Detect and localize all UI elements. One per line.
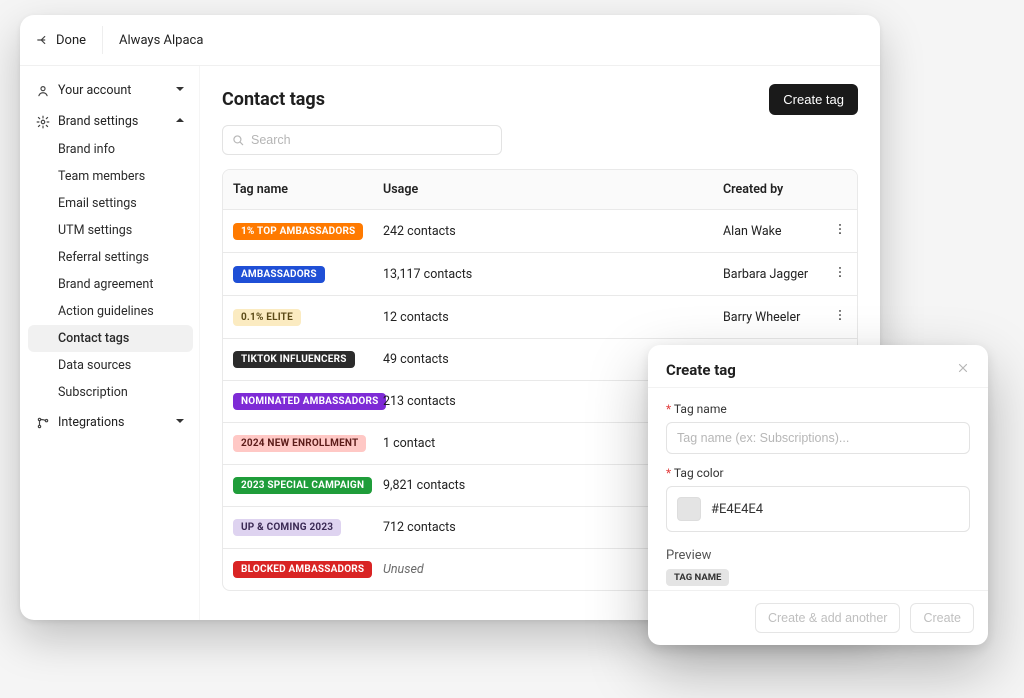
close-icon[interactable]: [956, 361, 970, 379]
tag-pill[interactable]: TIKTOK INFLUENCERS: [233, 351, 355, 368]
sidebar-item-referral-settings[interactable]: Referral settings: [28, 244, 193, 271]
tag-color-value: #E4E4E4: [711, 502, 763, 517]
col-actions: [823, 170, 857, 209]
sidebar-group-label: Integrations: [58, 415, 124, 430]
modal-body: Tag name Tag color #E4E4E4 Preview TAG N…: [648, 388, 988, 590]
tag-pill[interactable]: NOMINATED AMBASSADORS: [233, 393, 386, 410]
modal-actions: Create & add another Create: [648, 590, 988, 645]
tag-cell: UP & COMING 2023: [223, 507, 373, 548]
preview-pill: TAG NAME: [666, 569, 729, 586]
col-tag-name[interactable]: Tag name: [223, 170, 373, 209]
tag-cell: NOMINATED AMBASSADORS: [223, 381, 373, 422]
preview-label: Preview: [666, 548, 970, 563]
tag-pill[interactable]: UP & COMING 2023: [233, 519, 341, 536]
sidebar-item-team-members[interactable]: Team members: [28, 163, 193, 190]
tag-name-input[interactable]: [666, 422, 970, 454]
tag-pill[interactable]: BLOCKED AMBASSADORS: [233, 561, 372, 578]
sidebar-item-brand-info[interactable]: Brand info: [28, 136, 193, 163]
creator-cell: Alan Wake: [713, 212, 823, 251]
create-add-another-button[interactable]: Create & add another: [755, 603, 901, 633]
done-button[interactable]: Done: [36, 26, 103, 54]
sidebar-item-utm-settings[interactable]: UTM settings: [28, 217, 193, 244]
tag-pill[interactable]: 2024 NEW ENROLLMENT: [233, 435, 366, 452]
tag-cell: TIKTOK INFLUENCERS: [223, 339, 373, 380]
modal-title: Create tag: [666, 361, 736, 379]
sidebar: Your account Brand settings Brand infoTeam…: [20, 66, 200, 620]
table-row: AMBASSADORS 13,117 contactsBarbara Jagger: [223, 253, 857, 296]
brand-name[interactable]: Always Alpaca: [119, 33, 203, 48]
kebab-icon: [833, 308, 847, 326]
sidebar-item-contact-tags[interactable]: Contact tags: [28, 325, 193, 352]
color-swatch[interactable]: [677, 497, 701, 521]
search-wrapper: [222, 125, 502, 155]
creator-cell: Barry Wheeler: [713, 298, 823, 337]
done-label: Done: [56, 33, 86, 48]
tag-pill[interactable]: 2023 SPECIAL CAMPAIGN: [233, 477, 372, 494]
top-bar: Done Always Alpaca: [20, 15, 880, 66]
kebab-icon: [833, 265, 847, 283]
col-created-by[interactable]: Created by: [713, 170, 823, 209]
sidebar-item-brand-agreement[interactable]: Brand agreement: [28, 271, 193, 298]
table-header: Tag name Usage Created by: [223, 170, 857, 210]
search-icon: [231, 133, 245, 147]
sidebar-group-label: Brand settings: [58, 114, 138, 129]
sidebar-group-brand-settings[interactable]: Brand settings: [28, 107, 193, 136]
sidebar-group-label: Your account: [58, 83, 131, 98]
branch-icon: [36, 416, 50, 430]
table-row: 0.1% ELITE 12 contactsBarry Wheeler: [223, 296, 857, 339]
kebab-icon: [833, 222, 847, 240]
tag-cell: 2024 NEW ENROLLMENT: [223, 423, 373, 464]
page-header: Contact tags Create tag: [222, 84, 858, 115]
sidebar-item-email-settings[interactable]: Email settings: [28, 190, 193, 217]
usage-cell: 242 contacts: [373, 212, 713, 251]
page-title: Contact tags: [222, 89, 325, 110]
chevron-down-icon: [175, 83, 185, 98]
user-icon: [36, 84, 50, 98]
tag-pill[interactable]: AMBASSADORS: [233, 266, 325, 283]
sidebar-item-action-guidelines[interactable]: Action guidelines: [28, 298, 193, 325]
sidebar-group-integrations[interactable]: Integrations: [28, 408, 193, 437]
creator-cell: Barbara Jagger: [713, 255, 823, 294]
create-tag-modal: Create tag Tag name Tag color #E4E4E4 Pr…: [648, 345, 988, 645]
create-tag-button[interactable]: Create tag: [769, 84, 858, 115]
tag-color-label: Tag color: [666, 466, 970, 480]
usage-cell: 12 contacts: [373, 298, 713, 337]
sidebar-item-data-sources[interactable]: Data sources: [28, 352, 193, 379]
tag-cell: AMBASSADORS: [223, 254, 373, 295]
back-arrow-icon: [36, 33, 50, 47]
modal-header: Create tag: [648, 345, 988, 388]
row-menu-button[interactable]: [823, 210, 857, 252]
sidebar-group-your-account[interactable]: Your account: [28, 76, 193, 105]
gear-icon: [36, 115, 50, 129]
col-usage[interactable]: Usage: [373, 170, 713, 209]
chevron-down-icon: [175, 415, 185, 430]
row-menu-button[interactable]: [823, 253, 857, 295]
row-menu-button[interactable]: [823, 296, 857, 338]
tag-cell: BLOCKED AMBASSADORS: [223, 549, 373, 590]
create-button[interactable]: Create: [910, 603, 974, 633]
tag-color-picker[interactable]: #E4E4E4: [666, 486, 970, 532]
tag-pill[interactable]: 0.1% ELITE: [233, 309, 301, 326]
usage-cell: 13,117 contacts: [373, 255, 713, 294]
tag-pill[interactable]: 1% TOP AMBASSADORS: [233, 223, 363, 240]
tag-cell: 2023 SPECIAL CAMPAIGN: [223, 465, 373, 506]
search-input[interactable]: [222, 125, 502, 155]
tag-cell: 0.1% ELITE: [223, 297, 373, 338]
tag-cell: 1% TOP AMBASSADORS: [223, 211, 373, 252]
chevron-up-icon: [175, 114, 185, 129]
sidebar-item-subscription[interactable]: Subscription: [28, 379, 193, 406]
tag-name-label: Tag name: [666, 402, 970, 416]
table-row: 1% TOP AMBASSADORS 242 contactsAlan Wake: [223, 210, 857, 253]
